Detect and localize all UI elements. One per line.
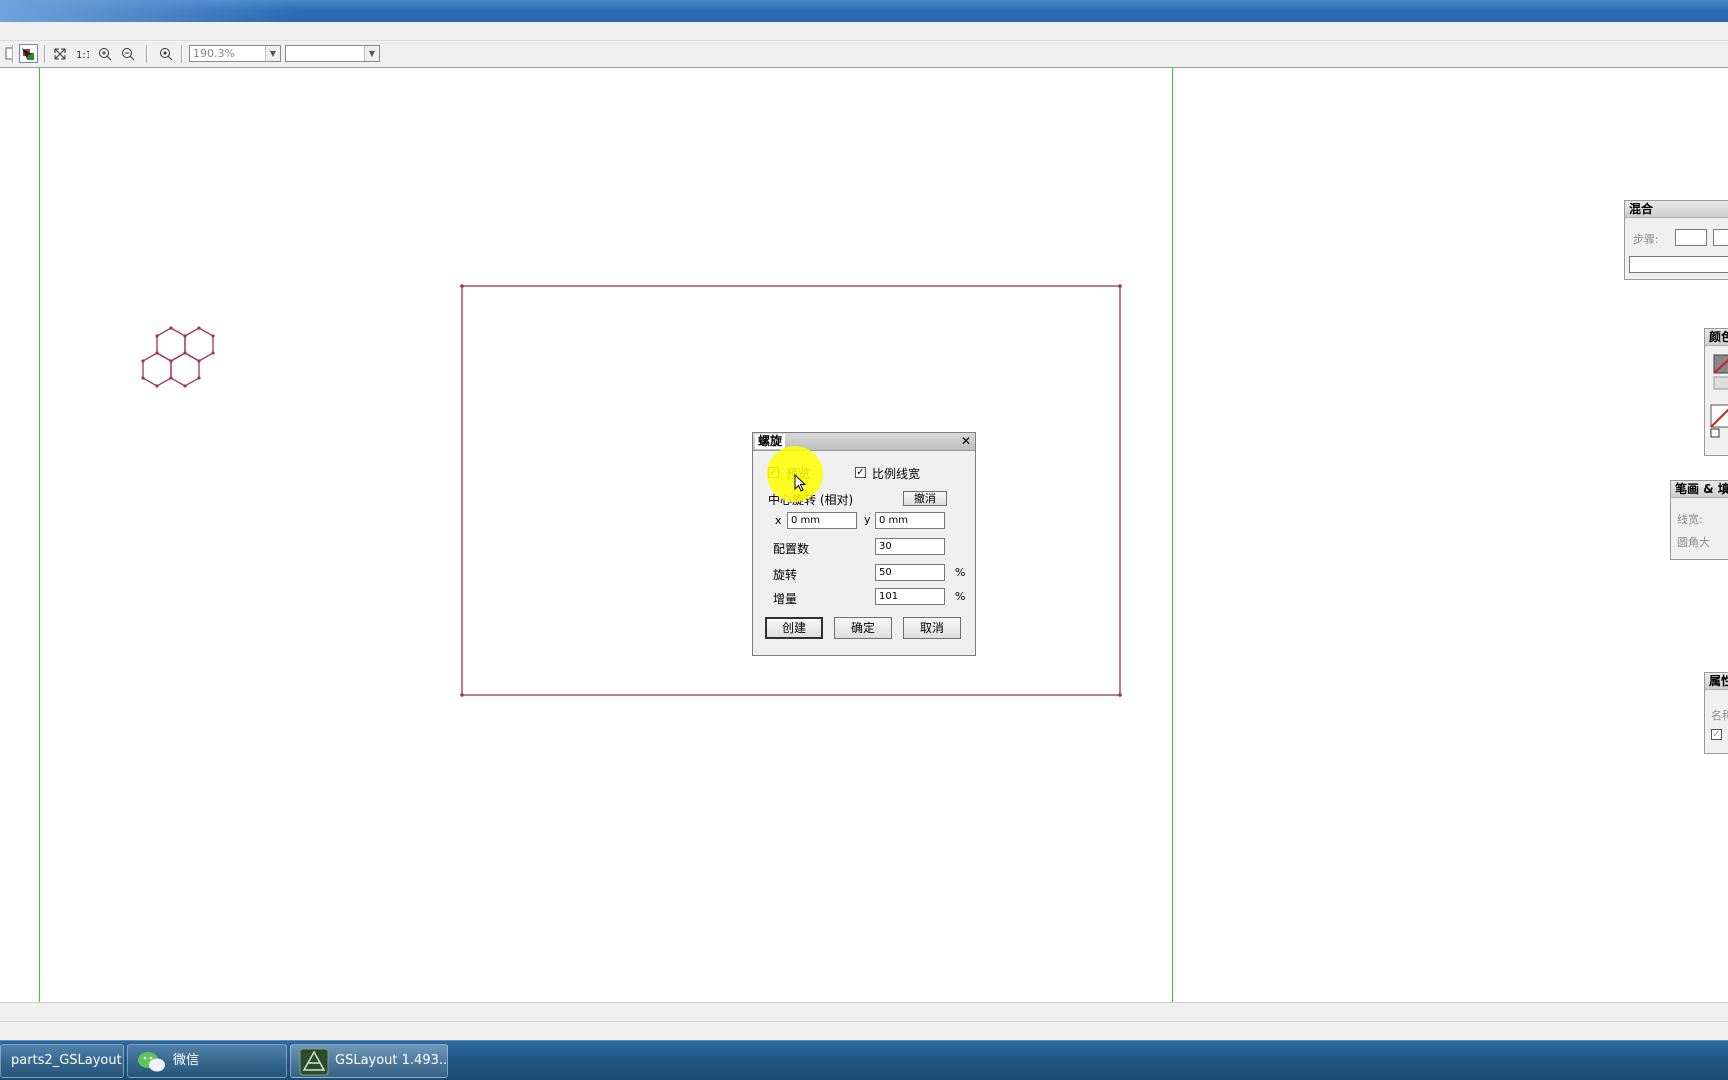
wechat-icon [138, 1052, 165, 1072]
blend-title-text: 混合 [1629, 202, 1654, 216]
x-label: x [775, 514, 782, 527]
color-title-text: 颜色 [1709, 330, 1728, 344]
properties-panel-title[interactable]: 属性 [1705, 673, 1728, 690]
chevron-down-icon[interactable]: ▼ [364, 46, 379, 61]
status-divider [0, 1021, 1728, 1022]
taskbar-item-wechat[interactable]: 微信 [127, 1044, 287, 1078]
zoom-out-icon[interactable] [118, 44, 137, 63]
corner-radius-label: 圆角大 [1677, 536, 1710, 549]
layer-combo[interactable]: ▼ [285, 45, 380, 62]
toolbar-separator [146, 45, 148, 63]
toolbar-separator [181, 45, 183, 63]
create-button[interactable]: 创建 [765, 617, 823, 639]
rotation-unit: % [955, 566, 966, 579]
close-icon[interactable]: ✕ [959, 434, 973, 448]
taskbar: parts2_GSLayout 微信 GSLayout 1.493... [0, 1040, 1728, 1080]
status-bar [0, 1002, 1728, 1041]
dialog-title: 螺旋 [755, 434, 786, 449]
actual-size-icon[interactable]: 1:1 [72, 44, 91, 63]
increment-unit: % [955, 590, 966, 603]
toolbar-separator [44, 45, 46, 63]
honeycomb-shape [142, 327, 214, 387]
zoom-combo[interactable]: 190.3% ▼ [189, 45, 281, 62]
ok-button[interactable]: 确定 [834, 617, 892, 639]
document-icon[interactable] [0, 44, 19, 63]
app-window: 1:1 190.3% ▼ ▼ 混合 步骤: 颜色 笔画 & 填 线宽: 圆角大 … [0, 0, 1728, 1080]
x-input[interactable]: 0 mm [787, 512, 857, 529]
properties-panel: 属性 名称 ✓ [1704, 672, 1728, 754]
mouse-pointer-icon [794, 474, 807, 492]
stroke-fill-title-text: 笔画 & 填 [1675, 482, 1728, 496]
zoom-value: 190.3% [193, 47, 235, 60]
rotation-input[interactable]: 50 [875, 564, 945, 581]
taskbar-item-gslayout[interactable]: GSLayout 1.493... [290, 1044, 448, 1078]
zoom-in-icon[interactable] [95, 44, 114, 63]
taskbar-item-label: parts2_GSLayout [11, 1053, 122, 1068]
steps-field-2[interactable] [1713, 229, 1728, 246]
taskbar-item-parts2[interactable]: parts2_GSLayout [0, 1044, 124, 1078]
undo-button[interactable]: 撤消 [903, 491, 947, 506]
cancel-button[interactable]: 取消 [903, 617, 961, 639]
steps-field[interactable] [1675, 229, 1707, 246]
color-panel: 颜色 [1704, 328, 1728, 456]
increment-input[interactable]: 101 [875, 588, 945, 605]
color-swatch-icon[interactable] [1705, 349, 1728, 449]
blend-panel-title[interactable]: 混合 [1625, 201, 1728, 218]
toolbar-separator [12, 45, 14, 63]
select-tool-button[interactable] [19, 44, 38, 63]
zoom-tool-icon[interactable] [156, 44, 175, 63]
y-input[interactable]: 0 mm [875, 512, 945, 529]
blend-panel: 混合 步骤: [1624, 200, 1728, 280]
fit-page-icon[interactable] [50, 44, 69, 63]
name-label: 名称 [1711, 709, 1728, 722]
taskbar-item-label: GSLayout 1.493... [335, 1053, 448, 1068]
increment-label: 增量 [773, 592, 798, 606]
svg-text:1:1: 1:1 [76, 50, 89, 61]
toolbar: 1:1 190.3% ▼ ▼ [0, 41, 1728, 68]
steps-label: 步骤: [1633, 233, 1659, 246]
gslayout-app-icon [299, 1048, 329, 1076]
line-width-label: 线宽: [1677, 513, 1703, 526]
count-label: 配置数 [773, 542, 810, 556]
color-panel-title[interactable]: 颜色 [1705, 329, 1728, 346]
count-input[interactable]: 30 [875, 538, 945, 555]
properties-checkbox[interactable]: ✓ [1711, 729, 1722, 740]
taskbar-item-label: 微信 [173, 1053, 200, 1068]
title-glow [0, 0, 300, 22]
proportional-width-checkbox[interactable]: ✓ [855, 467, 866, 478]
window-title-bar[interactable] [0, 0, 1728, 22]
stroke-fill-panel: 笔画 & 填 线宽: 圆角大 [1670, 480, 1728, 560]
properties-title-text: 属性 [1709, 674, 1728, 688]
y-label: y [864, 513, 871, 526]
chevron-down-icon[interactable]: ▼ [265, 46, 280, 61]
proportional-width-label: 比例线宽 [872, 467, 921, 481]
menu-bar [0, 22, 1728, 41]
stroke-fill-panel-title[interactable]: 笔画 & 填 [1671, 481, 1728, 498]
blend-bar[interactable] [1629, 256, 1728, 273]
rotation-label: 旋转 [773, 568, 798, 582]
